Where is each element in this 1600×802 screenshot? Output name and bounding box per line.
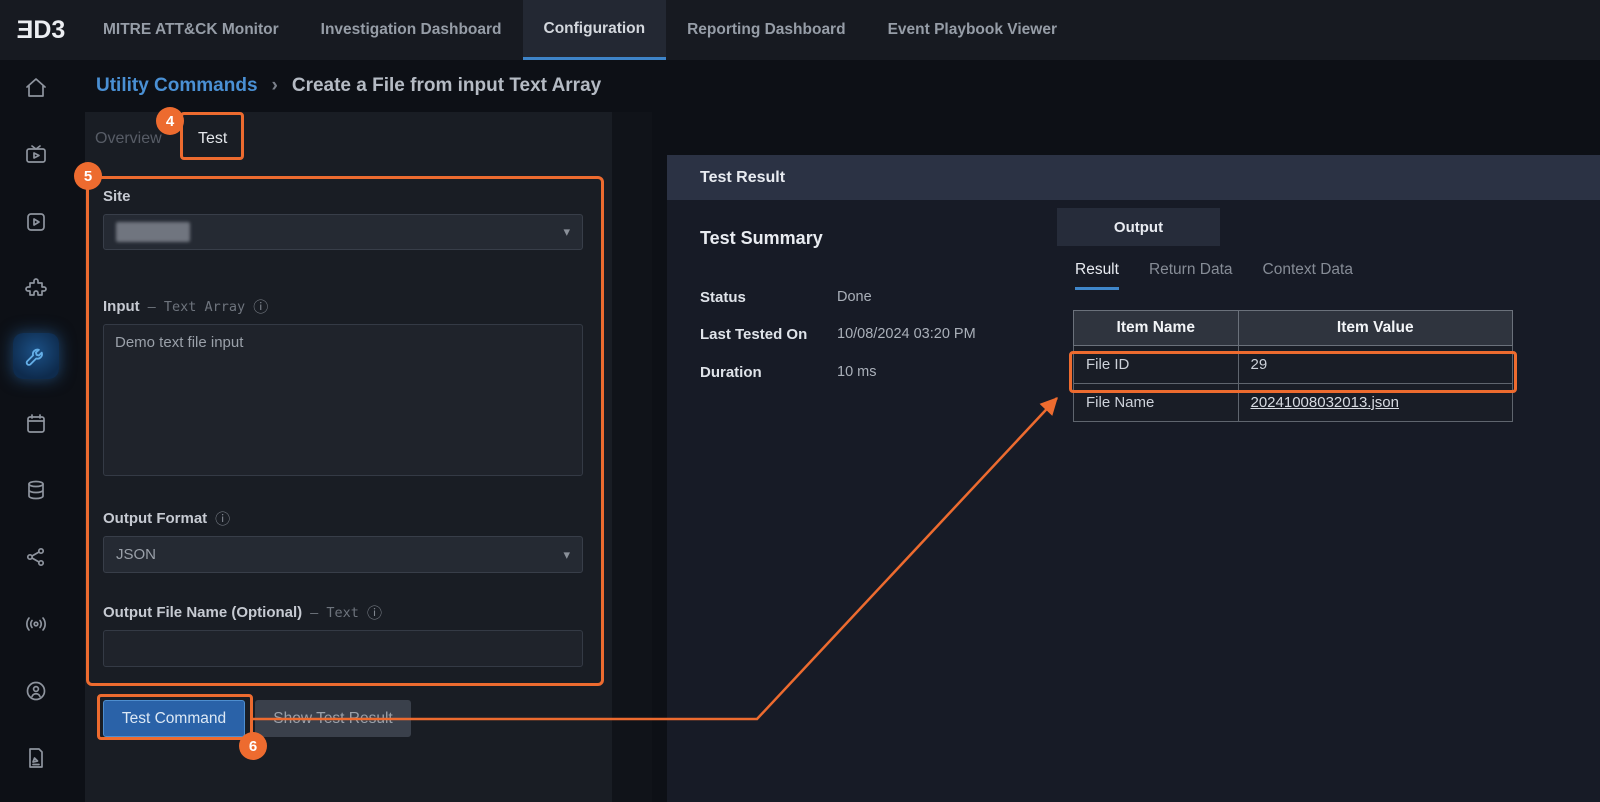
page-title: Create a File from input Text Array	[292, 75, 601, 97]
output-file-type-hint: – Text	[310, 605, 359, 621]
output-format-select[interactable]: JSON ▾	[103, 536, 583, 573]
left-sidebar	[0, 60, 72, 802]
input-textarea[interactable]: Demo text file input	[103, 324, 583, 476]
output-format-label: Output Format ⓘ	[103, 508, 230, 529]
result-table-header-row: Item Name Item Value	[1074, 311, 1513, 346]
nav-item-event-playbook-viewer[interactable]: Event Playbook Viewer	[867, 0, 1078, 60]
info-icon[interactable]: ⓘ	[215, 508, 230, 529]
output-file-name-label: Output File Name (Optional) – Text ⓘ	[103, 602, 382, 623]
status-value: Done	[837, 289, 872, 306]
summary-row-duration: Duration 10 ms	[700, 364, 1040, 381]
subtab-return-data[interactable]: Return Data	[1149, 261, 1233, 290]
info-icon[interactable]: ⓘ	[253, 296, 268, 317]
file-name-name-cell: File Name	[1074, 384, 1239, 422]
nav-item-reporting-dashboard[interactable]: Reporting Dashboard	[666, 0, 866, 60]
chevron-down-icon: ▾	[563, 224, 570, 240]
breadcrumb-separator: ›	[272, 75, 278, 97]
database-icon[interactable]	[22, 476, 50, 504]
site-label: Site	[103, 188, 131, 205]
result-table: Item Name Item Value File ID 29 File Nam…	[1073, 310, 1513, 422]
file-name-link[interactable]: 20241008032013.json	[1251, 394, 1399, 411]
summary-row-status: Status Done	[700, 289, 1040, 306]
panel-divider	[612, 112, 652, 802]
output-subtabs: Result Return Data Context Data	[1075, 261, 1353, 290]
command-test-panel: Overview Test Site ▾ Input – Text Array …	[85, 112, 612, 802]
app-screen: ƎD3 MITRE ATT&CK Monitor Investigation D…	[0, 0, 1600, 802]
file-id-value-cell: 29	[1238, 346, 1513, 384]
info-icon[interactable]: ⓘ	[367, 602, 382, 623]
d3-logo[interactable]: ƎD3	[0, 0, 82, 60]
home-icon[interactable]	[22, 74, 50, 102]
table-row-file-id: File ID 29	[1074, 346, 1513, 384]
calendar-icon[interactable]	[22, 409, 50, 437]
site-label-text: Site	[103, 188, 131, 205]
nav-item-investigation-dashboard[interactable]: Investigation Dashboard	[300, 0, 523, 60]
summary-row-last-tested: Last Tested On 10/08/2024 03:20 PM	[700, 326, 1040, 343]
wrench-icon[interactable]	[13, 333, 59, 379]
test-result-title: Test Result	[700, 169, 785, 187]
test-command-button[interactable]: Test Command	[103, 700, 245, 737]
share-nodes-icon[interactable]	[22, 543, 50, 571]
output-format-value: JSON	[116, 546, 156, 563]
document-sign-icon[interactable]	[22, 744, 50, 772]
item-name-header: Item Name	[1074, 311, 1239, 346]
breadcrumb-utility-commands[interactable]: Utility Commands	[96, 75, 258, 97]
site-value-redacted	[116, 222, 190, 242]
duration-label: Duration	[700, 364, 837, 381]
user-globe-icon[interactable]	[22, 677, 50, 705]
test-result-panel: Test Result Test Summary Status Done Las…	[667, 155, 1600, 802]
tab-test[interactable]: Test	[198, 130, 227, 148]
nav-item-mitre-attck-monitor[interactable]: MITRE ATT&CK Monitor	[82, 0, 300, 60]
breadcrumb: Utility Commands › Create a File from in…	[72, 60, 1600, 112]
top-navbar: ƎD3 MITRE ATT&CK Monitor Investigation D…	[0, 0, 1600, 60]
puzzle-icon[interactable]	[22, 275, 50, 303]
nav-item-configuration[interactable]: Configuration	[523, 0, 667, 60]
table-row-file-name: File Name 20241008032013.json	[1074, 384, 1513, 422]
monitor-play-icon[interactable]	[22, 141, 50, 169]
last-tested-value: 10/08/2024 03:20 PM	[837, 326, 976, 343]
output-file-name-label-text: Output File Name (Optional)	[103, 604, 302, 621]
test-result-header: Test Result	[667, 155, 1600, 200]
input-type-hint: – Text Array	[148, 299, 246, 315]
chevron-down-icon: ▾	[563, 547, 570, 563]
video-file-icon[interactable]	[22, 208, 50, 236]
duration-value: 10 ms	[837, 364, 877, 381]
item-value-header: Item Value	[1238, 311, 1513, 346]
subtab-result[interactable]: Result	[1075, 261, 1119, 290]
tab-overview[interactable]: Overview	[95, 130, 162, 148]
file-name-value-cell: 20241008032013.json	[1238, 384, 1513, 422]
output-format-label-text: Output Format	[103, 510, 207, 527]
input-label: Input – Text Array ⓘ	[103, 296, 268, 317]
output-file-name-input[interactable]	[103, 630, 583, 667]
tab-output[interactable]: Output	[1057, 208, 1220, 246]
file-id-name-cell: File ID	[1074, 346, 1239, 384]
input-label-text: Input	[103, 298, 140, 315]
site-select[interactable]: ▾	[103, 214, 583, 250]
status-label: Status	[700, 289, 837, 306]
show-test-result-button[interactable]: Show Test Result	[255, 700, 411, 737]
broadcast-icon[interactable]	[22, 610, 50, 638]
subtab-context-data[interactable]: Context Data	[1263, 261, 1353, 290]
test-summary-title: Test Summary	[700, 228, 823, 249]
last-tested-label: Last Tested On	[700, 326, 837, 343]
